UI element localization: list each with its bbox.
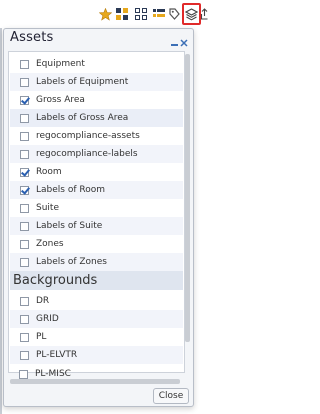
scrollbar-thumb[interactable] [185, 54, 190, 342]
checkbox[interactable] [20, 185, 29, 195]
checkbox[interactable] [20, 239, 29, 249]
checkbox[interactable] [19, 369, 28, 379]
background-row-pl-elvtr[interactable]: PL-ELVTR [10, 346, 183, 364]
checkbox[interactable] [20, 77, 29, 87]
asset-row-room[interactable]: Room [10, 163, 183, 181]
asset-row-regocompliance-assets[interactable]: regocompliance-assets [10, 127, 183, 145]
close-button[interactable]: Close [153, 388, 189, 404]
asset-row-labels-of-suite[interactable]: Labels of Suite [10, 217, 183, 235]
popup-title: Assets [10, 30, 54, 45]
toolbar [0, 0, 208, 28]
close-icon[interactable] [180, 32, 189, 47]
tag-icon[interactable] [168, 3, 180, 25]
star-icon[interactable] [98, 3, 112, 25]
asset-row-suite[interactable]: Suite [10, 199, 183, 217]
layers-icon[interactable] [182, 3, 201, 25]
background-row-grid[interactable]: GRID [10, 310, 183, 328]
asset-row-labels-of-room[interactable]: Labels of Room [10, 181, 183, 199]
checkbox[interactable] [20, 149, 29, 159]
horizontal-scrollbar[interactable] [10, 379, 180, 384]
checkbox[interactable] [20, 59, 29, 69]
assets-popup: Assets Equipment Labels of Equipment Gro… [3, 28, 194, 407]
asset-row-regocompliance-labels[interactable]: regocompliance-labels [10, 145, 183, 163]
background-edge [0, 28, 2, 414]
checkbox[interactable] [20, 221, 29, 231]
background-row-pl[interactable]: PL [10, 328, 183, 346]
checkbox[interactable] [20, 167, 29, 177]
checkbox[interactable] [20, 203, 29, 213]
asset-row-zones[interactable]: Zones [10, 235, 183, 253]
asset-row-gross-area[interactable]: Gross Area [10, 91, 183, 109]
asset-row-labels-of-zones[interactable]: Labels of Zones [10, 253, 183, 271]
checkbox[interactable] [20, 257, 29, 267]
grid-outline-icon[interactable] [134, 3, 148, 25]
checkbox[interactable] [20, 314, 29, 324]
checkbox[interactable] [20, 350, 29, 360]
vertical-scrollbar[interactable] [185, 51, 191, 373]
backgrounds-header: Backgrounds [10, 271, 183, 290]
share-icon[interactable] [201, 3, 208, 25]
checkbox[interactable] [20, 95, 29, 105]
layer-list[interactable]: Equipment Labels of Equipment Gross Area… [8, 51, 185, 373]
grid-icon[interactable] [115, 3, 129, 25]
minimize-icon[interactable] [171, 32, 180, 46]
checkbox[interactable] [20, 113, 29, 123]
checkbox[interactable] [20, 296, 29, 306]
asset-row-labels-of-gross-area[interactable]: Labels of Gross Area [10, 109, 183, 127]
checkbox[interactable] [20, 131, 29, 141]
checkbox[interactable] [20, 332, 29, 342]
asset-row-labels-of-equipment[interactable]: Labels of Equipment [10, 73, 183, 91]
background-row-dr[interactable]: DR [10, 292, 183, 310]
asset-row-equipment[interactable]: Equipment [10, 55, 183, 73]
list-icon[interactable] [152, 3, 166, 25]
